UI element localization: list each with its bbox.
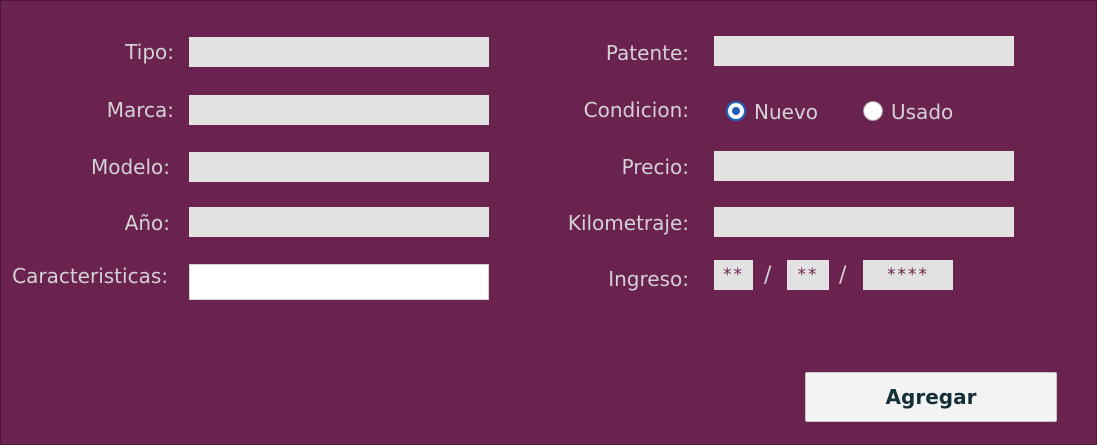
- anio-input[interactable]: [189, 207, 489, 237]
- marca-label: Marca:: [106, 98, 174, 122]
- condicion-label: Condicion:: [583, 98, 689, 122]
- anio-label: Año:: [124, 211, 170, 235]
- caracteristicas-label: Caracteristicas:: [12, 264, 168, 288]
- condicion-usado-label[interactable]: Usado: [891, 100, 953, 124]
- precio-input[interactable]: [714, 151, 1014, 181]
- patente-input[interactable]: [714, 36, 1014, 66]
- ingreso-day-input[interactable]: [714, 260, 753, 290]
- ingreso-month-input[interactable]: [787, 260, 829, 290]
- patente-label: Patente:: [605, 41, 689, 65]
- ingreso-label: Ingreso:: [608, 267, 689, 291]
- date-separator: /: [764, 263, 772, 288]
- modelo-input[interactable]: [189, 152, 489, 182]
- date-separator: /: [839, 263, 847, 288]
- condicion-nuevo-label[interactable]: Nuevo: [754, 100, 818, 124]
- condicion-nuevo-radio[interactable]: [726, 101, 746, 121]
- caracteristicas-input[interactable]: [189, 264, 489, 300]
- tipo-input[interactable]: [189, 37, 489, 67]
- tipo-label: Tipo:: [125, 40, 174, 64]
- kilometraje-label: Kilometraje:: [567, 211, 689, 235]
- modelo-label: Modelo:: [90, 155, 170, 179]
- precio-label: Precio:: [621, 155, 689, 179]
- marca-input[interactable]: [189, 95, 489, 125]
- agregar-button[interactable]: Agregar: [805, 372, 1057, 422]
- kilometraje-input[interactable]: [714, 207, 1014, 237]
- ingreso-year-input[interactable]: [863, 260, 953, 290]
- condicion-usado-radio[interactable]: [863, 101, 883, 121]
